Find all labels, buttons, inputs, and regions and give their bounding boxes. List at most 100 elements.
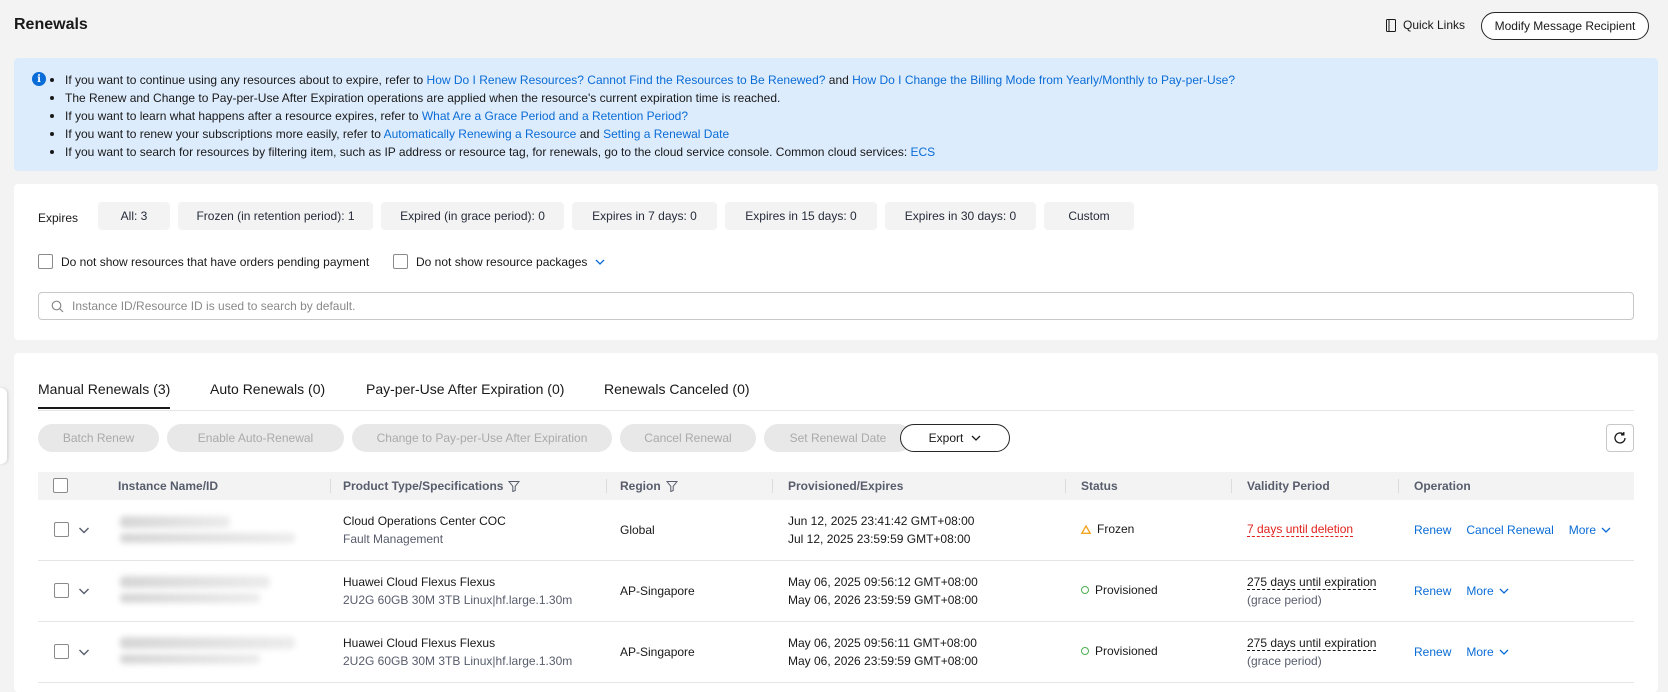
column-divider [1398, 479, 1399, 493]
more-label: More [1466, 645, 1494, 659]
export-label: Export [928, 431, 964, 445]
chip-custom[interactable]: Custom [1044, 202, 1134, 230]
validity-subtext: (grace period) [1247, 654, 1322, 668]
tab-renewals-canceled[interactable]: Renewals Canceled (0) [604, 381, 750, 407]
tab-manual-renewals[interactable]: Manual Renewals (3) [38, 381, 171, 409]
batch-renew-button[interactable]: Batch Renew [38, 424, 159, 452]
status-cell: Provisioned [1081, 581, 1158, 599]
info-notice: i If you want to continue using any reso… [14, 58, 1658, 171]
cancel-renewal-button[interactable]: Cancel Renewal [620, 424, 756, 452]
validity-cell: 275 days until expiration (grace period) [1247, 634, 1377, 670]
search-input[interactable] [72, 299, 1572, 313]
notice-list: If you want to continue using any resour… [48, 71, 1658, 161]
info-icon: i [32, 72, 46, 86]
operation-cell: Renew More [1414, 582, 1509, 600]
filter-panel: Expires All: 3 Frozen (in retention peri… [14, 184, 1658, 340]
warning-triangle-icon [1081, 524, 1091, 534]
row-checkbox[interactable] [54, 644, 69, 659]
chip-7-days[interactable]: Expires in 7 days: 0 [572, 202, 717, 230]
chip-15-days[interactable]: Expires in 15 days: 0 [725, 202, 877, 230]
chevron-down-icon [971, 435, 981, 441]
grace-period-link[interactable]: What Are a Grace Period and a Retention … [422, 109, 688, 123]
region-cell: Global [620, 523, 655, 537]
enable-auto-renewal-button[interactable]: Enable Auto-Renewal [167, 424, 344, 452]
more-dropdown[interactable]: More [1569, 521, 1611, 539]
expand-row-icon[interactable] [78, 646, 90, 658]
redacted-instance-name [120, 576, 270, 588]
change-billing-mode-link[interactable]: How Do I Change the Billing Mode from Ye… [852, 73, 1235, 87]
cancel-renewal-link[interactable]: Cancel Renewal [1466, 521, 1553, 539]
provisioned-date: Jun 12, 2025 23:41:42 GMT+08:00 [788, 514, 975, 528]
column-product-label: Product Type/Specifications [343, 479, 504, 493]
column-divider [772, 479, 773, 493]
tab-auto-renewals[interactable]: Auto Renewals (0) [210, 381, 325, 407]
renewal-date-link[interactable]: Setting a Renewal Date [603, 127, 729, 141]
pending-payment-checkbox[interactable] [38, 254, 53, 269]
renew-link[interactable]: Renew [1414, 643, 1451, 661]
change-to-pay-per-use-button[interactable]: Change to Pay-per-Use After Expiration [352, 424, 612, 452]
quick-links[interactable]: Quick Links [1385, 18, 1465, 32]
search-icon [51, 300, 64, 312]
ecs-link[interactable]: ECS [911, 145, 936, 159]
dates-cell: May 06, 2025 09:56:12 GMT+08:00 May 06, … [788, 573, 978, 609]
more-dropdown[interactable]: More [1466, 643, 1509, 661]
renewals-table-panel: Manual Renewals (3) Auto Renewals (0) Pa… [14, 353, 1658, 692]
region-cell: AP-Singapore [620, 584, 695, 598]
operation-cell: Renew Cancel Renewal More [1414, 521, 1611, 539]
row-checkbox[interactable] [54, 522, 69, 537]
resource-packages-checkbox-row[interactable]: Do not show resource packages [393, 254, 605, 269]
row-checkbox[interactable] [54, 583, 69, 598]
export-button[interactable]: Export [900, 424, 1010, 452]
operation-cell: Renew More [1414, 643, 1509, 661]
provisioned-date: May 06, 2025 09:56:12 GMT+08:00 [788, 575, 978, 589]
validity-text[interactable]: 275 days until expiration [1247, 636, 1377, 651]
redacted-instance-id [120, 593, 260, 603]
notice-text: If you want to renew your subscriptions … [65, 127, 384, 141]
status-dot-icon [1081, 586, 1089, 594]
product-cell: Cloud Operations Center COC Fault Manage… [343, 512, 506, 548]
validity-text[interactable]: 7 days until deletion [1247, 522, 1354, 537]
expand-row-icon[interactable] [78, 585, 90, 597]
column-region: Region [620, 479, 678, 493]
column-divider [606, 479, 607, 493]
validity-subtext: (grace period) [1247, 593, 1322, 607]
notice-item-3: If you want to learn what happens after … [48, 107, 1658, 125]
renew-link[interactable]: Renew [1414, 521, 1451, 539]
notice-text: and [825, 73, 853, 87]
modify-message-recipient-button[interactable]: Modify Message Recipient [1481, 12, 1649, 40]
renew-resources-link[interactable]: How Do I Renew Resources? Cannot Find th… [427, 73, 826, 87]
resource-packages-checkbox[interactable] [393, 254, 408, 269]
side-collapse-handle[interactable] [0, 388, 7, 464]
table-row: Huawei Cloud Flexus Flexus 2U2G 60GB 30M… [38, 561, 1634, 622]
pending-payment-checkbox-row[interactable]: Do not show resources that have orders p… [38, 254, 369, 269]
search-box[interactable] [38, 292, 1634, 320]
validity-text[interactable]: 275 days until expiration [1247, 575, 1377, 590]
more-label: More [1568, 523, 1597, 537]
renew-link[interactable]: Renew [1414, 582, 1451, 600]
select-all-checkbox[interactable] [53, 478, 68, 493]
notice-text: If you want to continue using any resour… [65, 73, 427, 87]
filter-icon[interactable] [665, 480, 678, 492]
more-dropdown[interactable]: More [1466, 582, 1509, 600]
product-name: Huawei Cloud Flexus Flexus [343, 636, 496, 650]
expand-row-icon[interactable] [78, 524, 90, 536]
auto-renewing-link[interactable]: Automatically Renewing a Resource [384, 127, 577, 141]
product-cell: Huawei Cloud Flexus Flexus 2U2G 60GB 30M… [343, 573, 572, 609]
region-cell: AP-Singapore [620, 645, 695, 659]
refresh-button[interactable] [1606, 424, 1634, 452]
set-renewal-date-button[interactable]: Set Renewal Date [764, 424, 912, 452]
chip-frozen[interactable]: Frozen (in retention period): 1 [178, 202, 373, 230]
redacted-instance-name [120, 637, 295, 649]
resource-packages-label: Do not show resource packages [416, 254, 588, 269]
validity-cell: 275 days until expiration (grace period) [1247, 573, 1377, 609]
status-dot-icon [1081, 647, 1089, 655]
chevron-down-icon[interactable] [595, 257, 605, 267]
chip-expired[interactable]: Expired (in grace period): 0 [381, 202, 564, 230]
chip-30-days[interactable]: Expires in 30 days: 0 [885, 202, 1036, 230]
filter-icon[interactable] [508, 480, 521, 492]
chip-all[interactable]: All: 3 [98, 202, 170, 230]
product-name: Huawei Cloud Flexus Flexus [343, 575, 496, 589]
tab-pay-per-use[interactable]: Pay-per-Use After Expiration (0) [366, 381, 564, 407]
column-divider [330, 479, 331, 493]
provisioned-date: May 06, 2025 09:56:11 GMT+08:00 [788, 636, 977, 650]
